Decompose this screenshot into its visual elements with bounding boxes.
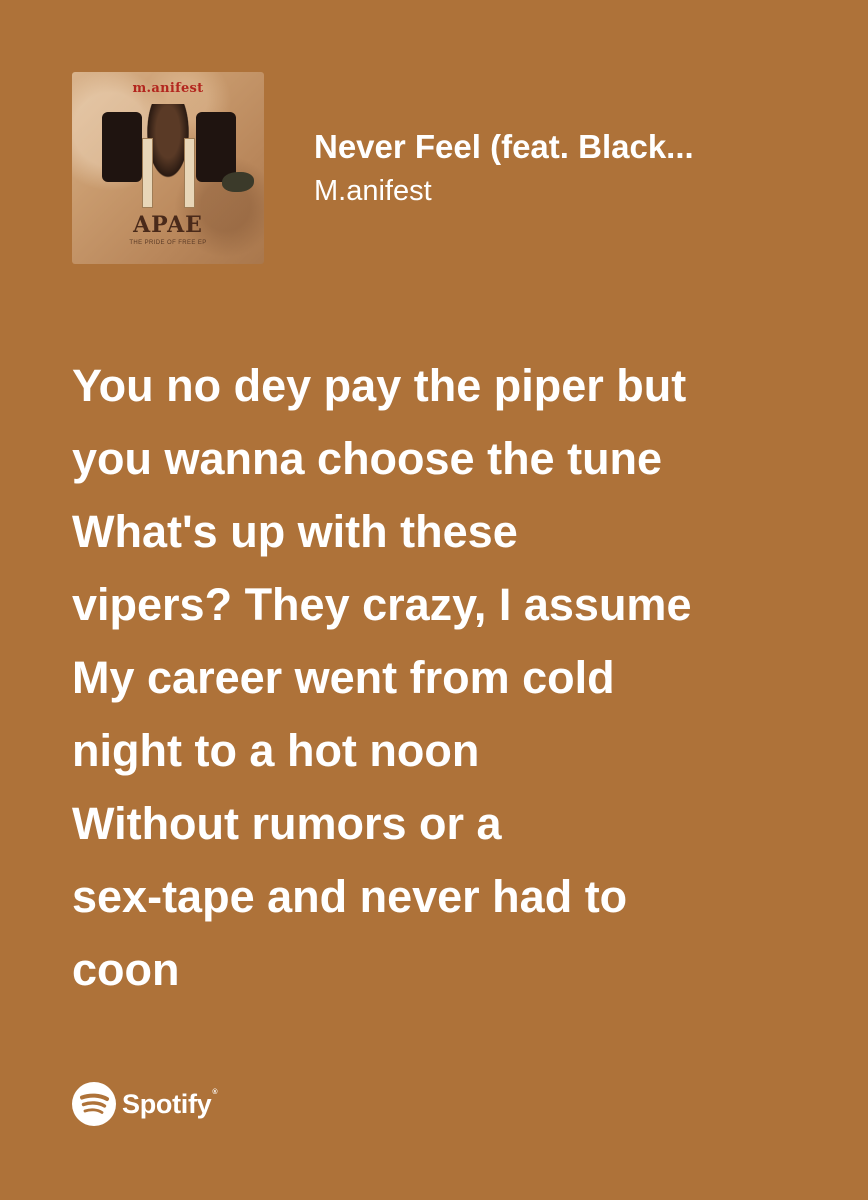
lyric-line: you wanna choose the tune — [72, 433, 663, 484]
lyric-line: vipers? They crazy, I assume — [72, 579, 692, 630]
artist-name: M.anifest — [314, 175, 432, 207]
spotify-logo-icon — [72, 1082, 116, 1126]
cover-wall-hole-left — [102, 112, 142, 182]
lyric-line: Without rumors or a — [72, 798, 502, 849]
cover-title-text: APAE — [133, 212, 203, 238]
trademark-symbol: ® — [212, 1088, 218, 1096]
cover-brand-text: m.anifest — [132, 81, 204, 96]
cover-plank-left — [142, 138, 153, 208]
cover-bird — [222, 172, 254, 192]
track-meta: Never Feel (feat. Black... M.anifest — [314, 127, 774, 211]
lyrics-block: You no dey pay the piper but you wanna c… — [72, 349, 812, 1006]
album-cover: m.anifest APAE THE PRIDE OF FREE EP — [72, 72, 264, 264]
cover-subtitle-text: THE PRIDE OF FREE EP — [129, 240, 207, 246]
lyric-line: My career went from cold — [72, 652, 615, 703]
lyric-line: You no dey pay the piper but — [72, 360, 687, 411]
spotify-wordmark: Spotify® — [122, 1088, 218, 1120]
track-header: m.anifest APAE THE PRIDE OF FREE EP Neve… — [72, 72, 774, 264]
cover-wall-hole-right — [196, 112, 236, 182]
lyric-line: night to a hot noon — [72, 725, 480, 776]
cover-plank-right — [184, 138, 195, 208]
lyric-line: What's up with these — [72, 506, 518, 557]
lyrics-share-card: m.anifest APAE THE PRIDE OF FREE EP Neve… — [0, 0, 868, 1200]
lyric-line: coon — [72, 944, 180, 995]
spotify-wordmark-text: Spotify — [122, 1088, 212, 1119]
track-title: Never Feel (feat. Black... — [314, 128, 694, 165]
spotify-branding: Spotify® — [72, 1082, 218, 1126]
lyric-line: sex-tape and never had to — [72, 871, 628, 922]
